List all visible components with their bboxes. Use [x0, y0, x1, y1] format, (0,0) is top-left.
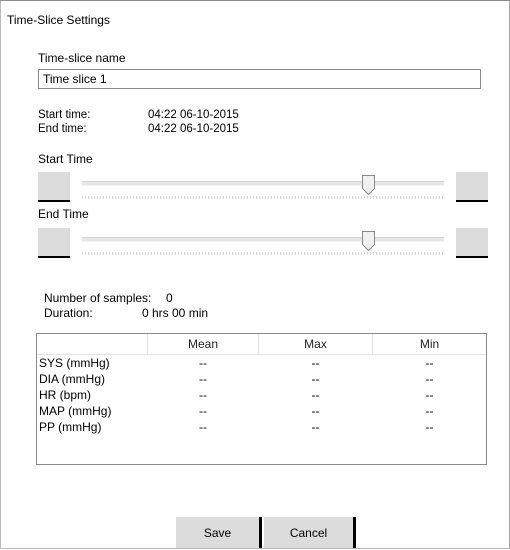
table-row: DIA (mmHg) -- -- -- [37, 371, 486, 387]
table-row: PP (mmHg) -- -- -- [37, 419, 486, 435]
dialog-title: Time-Slice Settings [7, 13, 110, 27]
start-time-slider-label: Start Time [38, 152, 93, 166]
table-row: MAP (mmHg) -- -- -- [37, 403, 486, 419]
table-row: HR (bpm) -- -- -- [37, 387, 486, 403]
max-cell: -- [311, 420, 320, 434]
stats-table: Mean Max Min SYS (mmHg) -- -- -- DIA (mm… [36, 333, 487, 465]
row-label: SYS (mmHg) [39, 356, 110, 370]
min-cell: -- [425, 372, 434, 386]
end-time-decrement-button[interactable] [38, 228, 70, 258]
mean-cell: -- [199, 388, 207, 402]
time-slice-name-label: Time-slice name [38, 51, 126, 65]
column-header-min: Min [419, 337, 440, 351]
table-row: SYS (mmHg) -- -- -- [37, 355, 486, 371]
end-time-slider-thumb[interactable] [362, 231, 375, 251]
end-time-slider-label: End Time [38, 207, 89, 221]
column-header-blank [37, 334, 147, 354]
end-time-slider-track [82, 237, 444, 242]
min-cell: -- [425, 404, 434, 418]
max-cell: -- [311, 372, 320, 386]
end-time-increment-button[interactable] [456, 228, 488, 258]
samples-label: Number of samples: [44, 291, 152, 305]
save-button[interactable]: Save [176, 517, 262, 548]
duration-label: Duration: [44, 306, 93, 320]
min-cell: -- [425, 356, 434, 370]
time-slice-name-input[interactable] [38, 69, 481, 89]
cancel-button[interactable]: Cancel [264, 517, 356, 548]
mean-cell: -- [199, 356, 207, 370]
dialog-top-border [0, 0, 510, 1]
start-time-slider-thumb[interactable] [362, 175, 375, 195]
max-cell: -- [311, 356, 320, 370]
end-time-value: 04:22 06-10-2015 [148, 123, 239, 135]
end-time-slider-ticks [82, 252, 444, 255]
row-label: HR (bpm) [39, 388, 92, 402]
start-time-slider-track [82, 181, 444, 186]
end-time-label: End time: [38, 123, 87, 135]
column-header-max: Max [304, 337, 327, 351]
samples-value: 0 [166, 291, 173, 305]
mean-cell: -- [199, 404, 207, 418]
row-label: PP (mmHg) [39, 420, 102, 434]
row-label: DIA (mmHg) [39, 372, 105, 386]
mean-cell: -- [199, 420, 207, 434]
start-time-label: Start time: [38, 109, 91, 121]
min-cell: -- [425, 420, 434, 434]
end-time-slider[interactable] [82, 228, 444, 258]
mean-cell: -- [199, 372, 207, 386]
duration-value: 0 hrs 00 min [142, 306, 209, 320]
max-cell: -- [311, 404, 320, 418]
start-time-increment-button[interactable] [456, 172, 488, 202]
start-time-slider[interactable] [82, 172, 444, 202]
start-time-decrement-button[interactable] [38, 172, 70, 202]
row-label: MAP (mmHg) [39, 404, 112, 418]
min-cell: -- [425, 388, 434, 402]
start-time-value: 04:22 06-10-2015 [148, 109, 239, 121]
stats-table-header: Mean Max Min [37, 334, 486, 355]
start-time-slider-ticks [82, 196, 444, 199]
column-header-mean: Mean [187, 337, 219, 351]
max-cell: -- [311, 388, 320, 402]
